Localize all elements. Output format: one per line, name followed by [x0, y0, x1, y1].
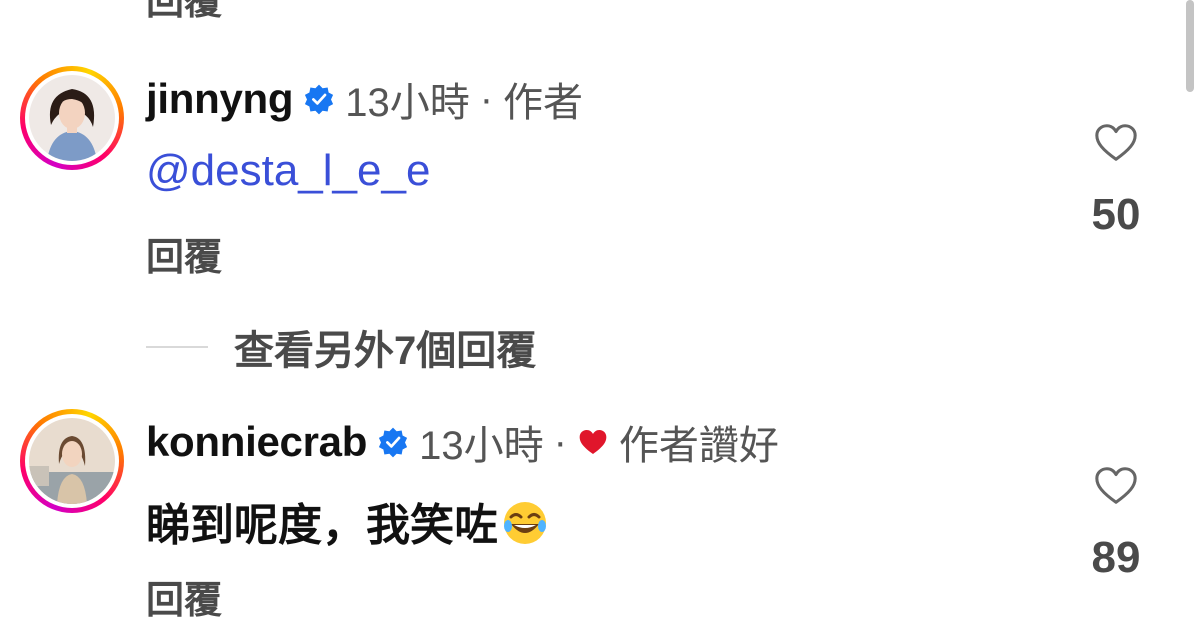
avatar[interactable] [20, 66, 124, 170]
comment-text: 睇到呢度，我笑咗 [146, 489, 548, 553]
like-section: 89 [1076, 463, 1156, 583]
comment-text-content: 睇到呢度，我笑咗 [146, 501, 498, 550]
separator: · [479, 76, 494, 121]
comments-screen: 回覆 jinnyng 13小時 · 作者 @desta_l_e_e 回覆 50 … [0, 0, 1200, 630]
comment-item: konniecrab 13小時 · 作者讚好 睇到呢度，我笑咗 回覆 89 [0, 405, 1200, 630]
view-more-replies-button[interactable]: 查看另外7個回覆 [146, 318, 536, 376]
comment-header: jinnyng 13小時 · 作者 [146, 70, 583, 128]
comment-item: jinnyng 13小時 · 作者 @desta_l_e_e 回覆 50 [0, 62, 1200, 302]
divider [146, 346, 208, 348]
reply-button[interactable]: 回覆 [146, 0, 222, 25]
reply-button[interactable]: 回覆 [146, 226, 222, 281]
comment-header: konniecrab 13小時 · 作者讚好 [146, 413, 779, 471]
author-tag: 作者 [503, 81, 584, 125]
view-more-label: 查看另外7個回覆 [234, 329, 537, 373]
separator: · [553, 419, 567, 464]
verified-badge-icon [378, 427, 408, 458]
verified-badge-icon [305, 84, 334, 115]
scrollbar[interactable] [1186, 0, 1194, 92]
mention-link[interactable]: @desta_l_e_e [146, 146, 430, 196]
author-liked-tag: 作者讚好 [618, 424, 779, 468]
heart-filled-icon [579, 430, 607, 454]
heart-outline-icon[interactable] [1093, 463, 1139, 509]
timestamp: 13小時 [419, 424, 544, 468]
like-section: 50 [1076, 120, 1156, 240]
laughing-emoji-icon [502, 500, 548, 546]
timestamp: 13小時 [345, 81, 470, 125]
reply-button[interactable]: 回覆 [146, 569, 222, 624]
like-count: 50 [1091, 190, 1141, 239]
like-count: 89 [1091, 533, 1141, 582]
avatar[interactable] [20, 409, 124, 513]
heart-outline-icon[interactable] [1093, 120, 1139, 166]
username[interactable]: jinnyng [146, 75, 294, 123]
username[interactable]: konniecrab [146, 418, 367, 466]
